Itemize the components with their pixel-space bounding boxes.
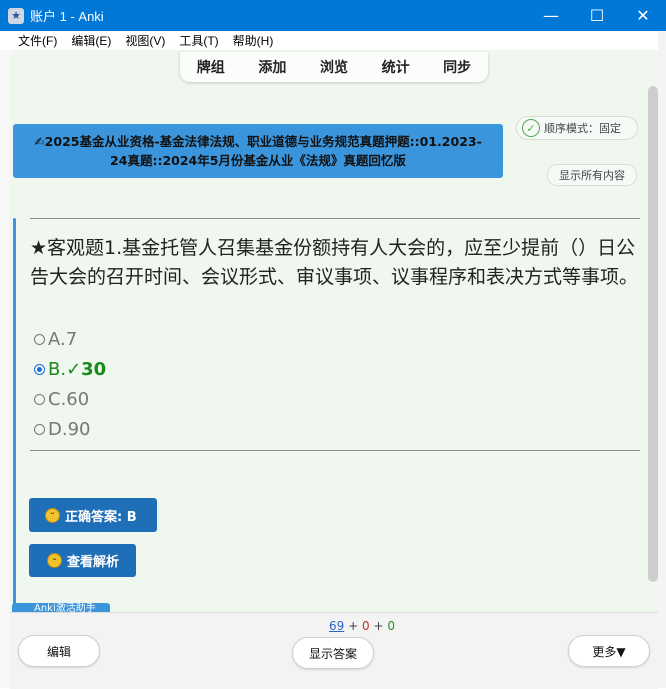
correct-answer-label: 正确答案: B	[65, 509, 137, 525]
top-toolbar: 牌组 添加 浏览 统计 同步	[180, 52, 488, 82]
radio-selected-icon[interactable]	[34, 363, 45, 375]
radio-icon[interactable]	[34, 333, 45, 345]
reviewer-area: 牌组 添加 浏览 统计 同步 ✍2025基金从业资格-基金法律法规、职业道德与业…	[10, 50, 658, 612]
correct-check: ✓30	[66, 358, 107, 380]
card-left-accent	[13, 218, 16, 606]
radio-icon[interactable]	[34, 393, 45, 405]
toolbar-stats[interactable]: 统计	[382, 57, 410, 77]
question-text: ★客观题1.基金托管人召集基金份额持有人大会的，应至少提前（）日公告大会的召开时…	[30, 237, 639, 288]
correct-answer-button[interactable]: ᵕ 正确答案: B	[29, 498, 157, 532]
new-count[interactable]: 69	[329, 619, 344, 633]
anki-app-icon: ★	[8, 7, 24, 24]
more-button[interactable]: 更多▼	[568, 635, 650, 667]
radio-icon[interactable]	[34, 423, 45, 435]
background-window-edge-left	[0, 50, 10, 688]
option-label: C.60	[48, 388, 90, 410]
check-circle-icon: ✓	[522, 119, 540, 137]
divider-bottom	[30, 450, 640, 451]
anki-assistant-tab[interactable]: Anki激活助手	[12, 603, 110, 612]
toolbar-sync[interactable]: 同步	[443, 57, 471, 77]
learn-count: 0	[362, 619, 370, 633]
maximize-button[interactable]: ☐	[574, 0, 620, 31]
menu-edit[interactable]: 编辑(E)	[64, 32, 118, 49]
toolbar-add[interactable]: 添加	[258, 57, 286, 77]
bottom-bar: 69 + 0 + 0 编辑 显示答案 更多▼	[10, 612, 658, 689]
option-label: A.7	[48, 328, 78, 350]
divider-top	[30, 218, 640, 219]
review-count: 0	[387, 619, 395, 633]
option-c[interactable]: C.60	[34, 384, 106, 414]
view-explanation-label: 查看解析	[67, 555, 120, 570]
order-mode-toggle[interactable]: ✓ 顺序模式：固定	[516, 116, 638, 140]
minimize-button[interactable]: —	[528, 0, 574, 31]
menu-tools[interactable]: 工具(T)	[172, 32, 225, 49]
background-window-edge-right	[658, 31, 666, 688]
window-titlebar: ★ 账户 1 - Anki — ☐ ✕	[0, 0, 666, 31]
option-label: B.	[48, 358, 67, 380]
option-a[interactable]: A.7	[34, 324, 106, 354]
toolbar-browse[interactable]: 浏览	[320, 57, 348, 77]
toolbar-decks[interactable]: 牌组	[197, 57, 225, 77]
edit-button[interactable]: 编辑	[18, 635, 100, 667]
show-all-button[interactable]: 显示所有内容	[547, 164, 637, 186]
window-controls: — ☐ ✕	[528, 0, 666, 31]
option-d[interactable]: D.90	[34, 414, 106, 444]
show-answer-button[interactable]: 显示答案	[292, 637, 374, 669]
menu-file[interactable]: 文件(F)	[0, 32, 64, 49]
view-explanation-button[interactable]: ᵕ 查看解析	[29, 544, 136, 577]
close-button[interactable]: ✕	[620, 0, 666, 31]
smirk-emoji-icon: ᵕ	[45, 507, 60, 523]
answer-options: A.7 B. ✓30 C.60 D.90	[34, 324, 106, 444]
deck-path-banner: ✍2025基金从业资格-基金法律法规、职业道德与业务规范真题押题::01.202…	[13, 124, 503, 178]
menu-view[interactable]: 视图(V)	[118, 32, 172, 49]
option-label: D.90	[48, 418, 91, 440]
thinking-emoji-icon: ᵕ	[47, 553, 62, 568]
due-counts: 69 + 0 + 0	[329, 619, 395, 633]
vertical-scrollbar[interactable]	[648, 86, 658, 582]
window-title: 账户 1 - Anki	[30, 9, 104, 24]
menu-bar: 文件(F) 编辑(E) 视图(V) 工具(T) 帮助(H)	[0, 31, 666, 50]
menu-help[interactable]: 帮助(H)	[226, 32, 281, 49]
order-mode-label: 顺序模式：固定	[544, 122, 621, 135]
option-b[interactable]: B. ✓30	[34, 354, 106, 384]
